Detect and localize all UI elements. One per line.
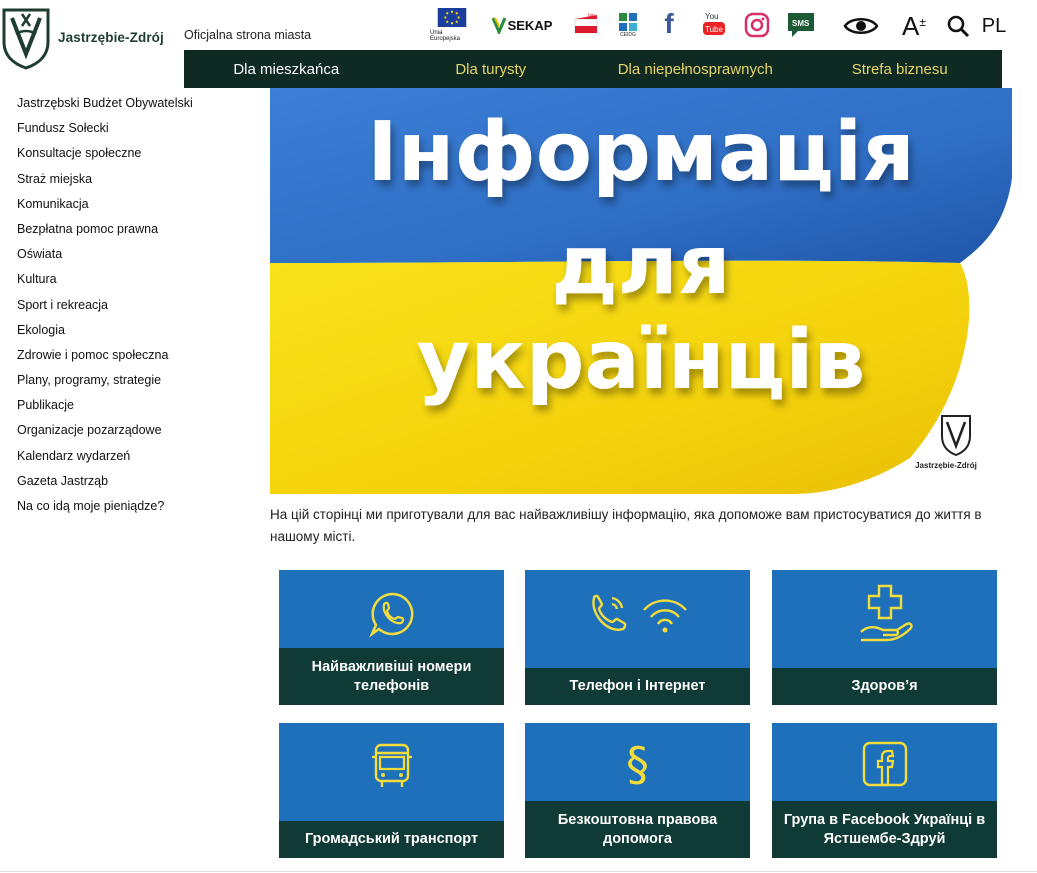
language-switcher[interactable]: PL <box>980 12 1008 40</box>
nav-strefa-biznesu[interactable]: Strefa biznesu <box>798 50 1003 88</box>
footer-divider <box>0 871 1037 872</box>
banner-logo-caption: Jastrzębie-Zdrój <box>915 461 977 470</box>
sekap-label: SEKAP <box>507 17 553 33</box>
svg-text:Tube: Tube <box>705 25 723 34</box>
nav-dla-mieszkanca[interactable]: Dla mieszkańca <box>184 50 389 88</box>
tile-label: Телефон і Інтернет <box>525 668 750 705</box>
sidebar-item-publikacje[interactable]: Publikacje <box>17 396 247 421</box>
tile-health[interactable]: Здоров’я <box>772 570 997 705</box>
eye-icon[interactable] <box>842 12 880 40</box>
site-tagline: Oficjalna strona miasta <box>184 28 312 42</box>
sidebar-item-kultura[interactable]: Kultura <box>17 270 247 295</box>
eu-label: Unia Europejska <box>430 30 461 42</box>
bip-icon[interactable]: bip <box>572 10 600 38</box>
search-icon[interactable] <box>944 12 972 40</box>
sidebar-item-komunikacja[interactable]: Komunikacja <box>17 195 247 220</box>
sidebar-item-ekologia[interactable]: Ekologia <box>17 321 247 346</box>
sidebar-item-pomoc-prawna[interactable]: Bezpłatna pomoc prawna <box>17 220 247 245</box>
tile-label: Безкоштовна правова допомога <box>525 801 750 858</box>
sidebar-item-oswiata[interactable]: Oświata <box>17 245 247 270</box>
health-icon <box>772 582 997 644</box>
sidebar-item-organizacje[interactable]: Organizacje pozarządowe <box>17 421 247 446</box>
banner-line-2: для <box>552 218 731 313</box>
youtube-icon[interactable]: You Tube <box>700 10 728 38</box>
site-name: Jastrzębie-Zdrój <box>58 29 164 45</box>
ceidg-label: CEIDG <box>620 31 636 38</box>
tile-label: Найважливіші номери телефонів <box>279 648 504 705</box>
banner-line-1: Інформація <box>367 105 914 200</box>
svg-text:bip: bip <box>588 13 595 19</box>
sidebar-menu: Jastrzębski Budżet Obywatelski Fundusz S… <box>17 94 247 522</box>
facebook-link-icon[interactable]: f <box>656 8 682 40</box>
eu-flag-icon[interactable]: Unia Europejska <box>430 8 474 42</box>
sms-icon[interactable]: SMS <box>784 10 818 40</box>
svg-text:SMS: SMS <box>792 19 810 28</box>
banner-city-emblem-icon <box>941 415 971 457</box>
whatsapp-icon <box>279 590 504 638</box>
sidebar-item-budzet-obywatelski[interactable]: Jastrzębski Budżet Obywatelski <box>17 94 247 119</box>
sidebar-item-sport[interactable]: Sport i rekreacja <box>17 296 247 321</box>
facebook-icon <box>772 741 997 787</box>
main-navigation: Dla mieszkańca Dla turysty Dla niepełnos… <box>184 50 1002 88</box>
ceidg-icon[interactable]: CEIDG <box>616 10 640 40</box>
nav-dla-niepelnosprawnych[interactable]: Dla niepełnosprawnych <box>593 50 798 88</box>
intro-text: На цій сторінці ми приготували для вас н… <box>270 507 982 544</box>
sidebar-item-pieniadze[interactable]: Na co idą moje pieniądze? <box>17 497 247 522</box>
sidebar-item-gazeta[interactable]: Gazeta Jastrząb <box>17 472 247 497</box>
tile-label: Громадський транспорт <box>279 821 504 858</box>
tile-label: Група в Facebook Українці в Ястшембе-Здр… <box>772 801 997 858</box>
bus-icon <box>279 741 504 791</box>
nav-dla-turysty[interactable]: Dla turysty <box>389 50 594 88</box>
phone-wifi-icon <box>525 592 750 634</box>
ukrainian-flag-image: Інформація для українців Jastrzębie-Zdró… <box>270 88 1012 494</box>
paragraph-icon: § <box>626 737 649 791</box>
sidebar-item-fundusz-solecki[interactable]: Fundusz Sołecki <box>17 119 247 144</box>
ukraine-info-banner: Інформація для українців Jastrzębie-Zdró… <box>270 88 1012 494</box>
sidebar-item-straz-miejska[interactable]: Straż miejska <box>17 170 247 195</box>
svg-text:You: You <box>705 12 719 21</box>
city-emblem-icon <box>2 8 50 70</box>
font-size-button[interactable]: A ± <box>898 10 930 42</box>
banner-line-3: українців <box>417 313 866 408</box>
sidebar-item-zdrowie[interactable]: Zdrowie i pomoc społeczna <box>17 346 247 371</box>
tile-public-transport[interactable]: Громадський транспорт <box>279 723 504 858</box>
tile-facebook-group[interactable]: Група в Facebook Українці в Ястшембе-Здр… <box>772 723 997 858</box>
site-logo[interactable]: Jastrzębie-Zdrój <box>0 3 170 71</box>
tile-label: Здоров’я <box>772 668 997 705</box>
sidebar-item-konsultacje[interactable]: Konsultacje społeczne <box>17 144 247 169</box>
tile-free-legal-aid[interactable]: § Безкоштовна правова допомога <box>525 723 750 858</box>
tile-important-phones[interactable]: Найважливіші номери телефонів <box>279 570 504 705</box>
sidebar-item-plany[interactable]: Plany, programy, strategie <box>17 371 247 396</box>
sidebar-item-kalendarz[interactable]: Kalendarz wydarzeń <box>17 447 247 472</box>
instagram-icon[interactable] <box>742 10 772 40</box>
info-tiles: Найважливіші номери телефонів Телефон і … <box>279 570 997 858</box>
tile-phone-internet[interactable]: Телефон і Інтернет <box>525 570 750 705</box>
sekap-icon[interactable]: SEKAP <box>490 10 554 40</box>
